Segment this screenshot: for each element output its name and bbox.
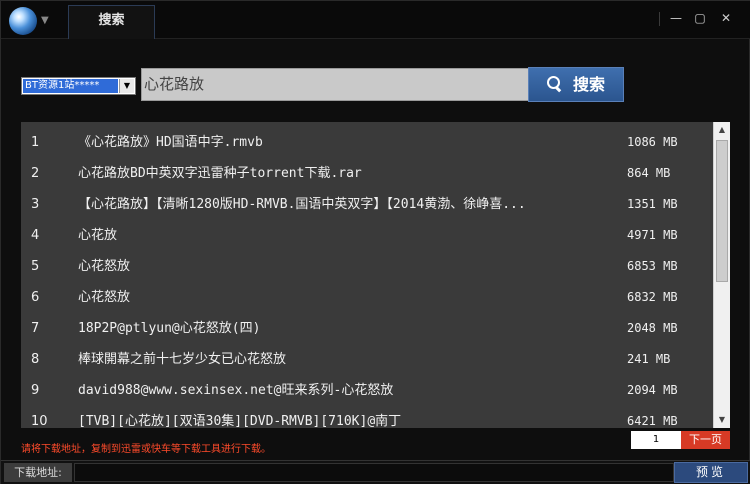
app-window: ▼ 搜索 — ▢ ✕ BT资源1站***** ▼ 心花路放 搜索 1 《心花路放》… <box>0 0 750 484</box>
scroll-up-icon[interactable]: ▲ <box>714 122 730 138</box>
result-name: 《心花路放》HD国语中字.rmvb <box>78 135 263 150</box>
table-row[interactable]: 8 棒球開幕之前十七岁少女已心花怒放 241 MB <box>21 344 713 375</box>
result-size: 2094 MB <box>627 383 678 397</box>
chevron-down-icon[interactable]: ▼ <box>41 15 49 26</box>
result-size: 6853 MB <box>627 259 678 273</box>
scrollbar-thumb[interactable] <box>716 140 728 282</box>
page-number-input[interactable]: 1 <box>631 431 681 449</box>
download-hint: 请将下载地址，复制到迅雷或快车等下载工具进行下载。 <box>21 444 271 455</box>
table-row[interactable]: 6 心花怒放 6832 MB <box>21 282 713 313</box>
result-size: 1086 MB <box>627 135 678 149</box>
result-size: 1351 MB <box>627 197 678 211</box>
scroll-down-icon[interactable]: ▼ <box>714 412 730 428</box>
minimize-button[interactable]: — <box>666 11 686 25</box>
table-row[interactable]: 9 david988@www.sexinsex.net@旺来系列-心花怒放 2094… <box>21 375 713 406</box>
close-button[interactable]: ✕ <box>716 11 736 25</box>
result-name: 心花路放BD中英双字迅雷种子torrent下载.rar <box>78 166 362 181</box>
result-number: 6 <box>31 290 40 305</box>
result-name: 18P2P@ptlyun@心花怒放(四) <box>78 321 261 336</box>
result-name: 心花怒放 <box>78 259 131 274</box>
search-button-label: 搜索 <box>572 75 605 94</box>
download-address-input[interactable] <box>74 463 674 482</box>
result-name: 棒球開幕之前十七岁少女已心花怒放 <box>78 352 287 367</box>
result-size: 864 MB <box>627 166 671 180</box>
tab-search[interactable]: 搜索 <box>68 5 155 39</box>
table-row[interactable]: 3 【心花路放】【清晰1280版HD-RMVB.国语中英双字】【2014黄渤、徐峥… <box>21 189 713 220</box>
result-name: 心花放 <box>78 228 118 243</box>
download-address-label: 下载地址: <box>4 463 72 482</box>
results-list: 1 《心花路放》HD国语中字.rmvb 1086 MB 2 心花路放BD中英双字迅雷种子… <box>21 122 713 429</box>
preview-button[interactable]: 预览 <box>674 462 748 483</box>
result-number: 7 <box>31 321 40 336</box>
result-size: 4971 MB <box>627 228 678 242</box>
window-controls-divider <box>659 12 660 26</box>
result-number: 3 <box>31 197 40 212</box>
globe-logo-icon[interactable] <box>9 7 37 35</box>
maximize-button[interactable]: ▢ <box>690 11 710 25</box>
search-input[interactable]: 心花路放 <box>141 68 529 101</box>
table-row[interactable]: 1 《心花路放》HD国语中字.rmvb 1086 MB <box>21 127 713 158</box>
result-number: 8 <box>31 352 40 367</box>
result-number: 1 <box>31 135 40 150</box>
result-number: 10 <box>31 414 48 429</box>
table-row[interactable]: 2 心花路放BD中英双字迅雷种子torrent下载.rar 864 MB <box>21 158 713 189</box>
table-row[interactable]: 10 [TVB][心花放][双语30集][DVD-RMVB][710K]@南丁 64… <box>21 406 713 437</box>
result-size: 2048 MB <box>627 321 678 335</box>
results-scrollbar[interactable]: ▲ ▼ <box>713 122 730 428</box>
result-size: 6832 MB <box>627 290 678 304</box>
result-name: [TVB][心花放][双语30集][DVD-RMVB][710K]@南丁 <box>78 414 402 429</box>
result-name: 【心花路放】【清晰1280版HD-RMVB.国语中英双字】【2014黄渤、徐峥喜… <box>78 197 526 212</box>
result-number: 9 <box>31 383 40 398</box>
result-number: 4 <box>31 228 40 243</box>
table-row[interactable]: 5 心花怒放 6853 MB <box>21 251 713 282</box>
result-number: 5 <box>31 259 40 274</box>
table-row[interactable]: 4 心花放 4971 MB <box>21 220 713 251</box>
title-bar: ▼ 搜索 — ▢ ✕ <box>1 1 750 39</box>
chevron-down-icon[interactable]: ▼ <box>119 79 134 93</box>
result-name: david988@www.sexinsex.net@旺来系列-心花怒放 <box>78 383 394 398</box>
result-name: 心花怒放 <box>78 290 131 305</box>
source-select[interactable]: BT资源1站***** ▼ <box>21 77 136 95</box>
next-page-button[interactable]: 下一页 <box>681 431 730 449</box>
search-icon <box>546 76 563 92</box>
result-size: 241 MB <box>627 352 671 366</box>
source-select-value: BT资源1站***** <box>23 79 118 93</box>
result-number: 2 <box>31 166 40 181</box>
table-row[interactable]: 7 18P2P@ptlyun@心花怒放(四) 2048 MB <box>21 313 713 344</box>
search-button[interactable]: 搜索 <box>528 67 624 102</box>
